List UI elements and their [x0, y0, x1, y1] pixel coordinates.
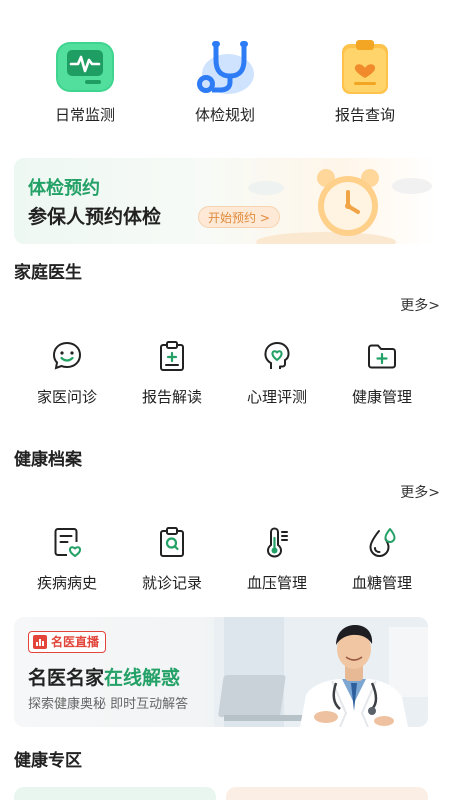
tile-checkup-plan[interactable]: 体检规划: [165, 38, 285, 125]
head-heart-icon: [261, 340, 293, 372]
live-bars-icon: [33, 635, 47, 649]
health-records-blood-pressure[interactable]: 血压管理: [222, 526, 332, 593]
health-zone-title: 健康专区: [14, 751, 82, 771]
start-booking-button[interactable]: 开始预约 >: [198, 206, 280, 228]
clipboard-plus-icon: [156, 340, 188, 372]
grid-label: 血压管理: [246, 574, 307, 592]
folder-plus-icon: [366, 340, 398, 372]
tile-label: 日常监测: [54, 106, 115, 124]
live-title-green: 在线解惑: [104, 667, 181, 689]
checkup-booking-banner[interactable]: 体检预约 参保人预约体检 开始预约 >: [14, 158, 436, 244]
booking-subtitle: 参保人预约体检: [28, 206, 162, 228]
health-records-blood-sugar[interactable]: 血糖管理: [327, 526, 437, 593]
health-records-more-link[interactable]: 更多>: [400, 482, 440, 502]
family-doctor-grid: 家医问诊 报告解读 心理评测 健康管理: [0, 340, 450, 410]
health-records-visit-records[interactable]: 就诊记录: [117, 526, 227, 593]
grid-label: 报告解读: [141, 388, 202, 406]
blood-drop-icon: [366, 526, 398, 558]
stethoscope-icon: [192, 38, 258, 96]
clipboard-search-icon: [156, 526, 188, 558]
health-records-grid: 疾病病史 就诊记录 血压管理 血糖管理: [0, 526, 450, 596]
live-title-black: 名医名家: [28, 667, 105, 689]
health-zone-card-2[interactable]: [226, 787, 428, 800]
tile-label: 报告查询: [334, 106, 395, 124]
alarm-clock-icon: [310, 164, 386, 240]
family-doctor-title: 家庭医生: [14, 263, 82, 283]
report-clipboard-icon: [332, 38, 398, 96]
tile-report-query[interactable]: 报告查询: [305, 38, 425, 125]
smile-chat-icon: [51, 340, 83, 372]
family-doctor-more-link[interactable]: 更多>: [400, 295, 440, 315]
live-badge-label: 名医直播: [51, 635, 100, 649]
grid-label: 家医问诊: [36, 388, 97, 406]
health-zone-card-1[interactable]: [14, 787, 216, 800]
live-subtitle: 探索健康奥秘 即时互动解答: [28, 697, 189, 712]
doctor-photo: [214, 617, 428, 727]
grid-label: 血糖管理: [351, 574, 412, 592]
family-doctor-health-management[interactable]: 健康管理: [327, 340, 437, 407]
top-shortcuts: 日常监测 体检规划 报告查询: [0, 38, 450, 133]
monitor-icon: [52, 38, 118, 96]
family-doctor-report-reading[interactable]: 报告解读: [117, 340, 227, 407]
grid-label: 健康管理: [351, 388, 412, 406]
grid-label: 就诊记录: [141, 574, 202, 592]
thermometer-icon: [261, 526, 293, 558]
health-records-title: 健康档案: [14, 450, 82, 470]
tile-daily-monitor[interactable]: 日常监测: [25, 38, 145, 125]
family-doctor-mental-test[interactable]: 心理评测: [222, 340, 332, 407]
grid-label: 心理评测: [246, 388, 307, 406]
tile-label: 体检规划: [194, 106, 255, 124]
doctor-live-banner[interactable]: 名医直播 名医名家在线解惑 探索健康奥秘 即时互动解答: [14, 617, 428, 727]
live-badge: 名医直播: [28, 631, 107, 653]
booking-title: 体检预约: [28, 178, 100, 199]
live-title: 名医名家在线解惑: [28, 663, 180, 690]
grid-label: 疾病病史: [36, 574, 97, 592]
family-doctor-consult[interactable]: 家医问诊: [12, 340, 122, 407]
document-heart-icon: [51, 526, 83, 558]
health-records-disease-history[interactable]: 疾病病史: [12, 526, 122, 593]
